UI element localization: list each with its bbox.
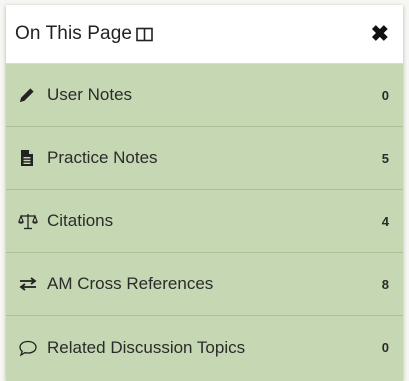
panel-header: On This Page ✖ bbox=[6, 5, 403, 64]
count-badge: 4 bbox=[381, 213, 389, 229]
list-item-practice-notes[interactable]: Practice Notes 5 bbox=[6, 127, 403, 190]
count-badge: 8 bbox=[381, 276, 389, 292]
list-item-related-discussion-topics[interactable]: Related Discussion Topics 0 bbox=[6, 316, 403, 379]
pencil-icon bbox=[18, 86, 40, 104]
list-item-am-cross-references[interactable]: AM Cross References 8 bbox=[6, 253, 403, 316]
list-item-label: Practice Notes bbox=[47, 148, 158, 167]
list-item-user-notes[interactable]: User Notes 0 bbox=[6, 64, 403, 127]
book-open-icon bbox=[136, 27, 153, 42]
close-icon: ✖ bbox=[370, 21, 389, 46]
list-item-label: AM Cross References bbox=[47, 274, 214, 293]
close-button[interactable]: ✖ bbox=[371, 23, 389, 45]
list-item-label: User Notes bbox=[47, 85, 133, 104]
on-this-page-panel: On This Page ✖ User Notes 0 Practice Not… bbox=[6, 5, 403, 381]
exchange-arrows-icon bbox=[18, 275, 40, 293]
count-badge: 0 bbox=[381, 340, 389, 355]
panel-title: On This Page bbox=[15, 23, 133, 44]
count-badge: 5 bbox=[381, 150, 389, 166]
list-item-label: Citations bbox=[47, 211, 114, 230]
document-icon bbox=[18, 149, 40, 167]
balance-scale-icon bbox=[18, 212, 40, 230]
list-item-citations[interactable]: Citations 4 bbox=[6, 190, 403, 253]
list-item-label: Related Discussion Topics bbox=[47, 337, 246, 357]
comment-icon bbox=[18, 339, 40, 357]
count-badge: 0 bbox=[381, 87, 389, 103]
